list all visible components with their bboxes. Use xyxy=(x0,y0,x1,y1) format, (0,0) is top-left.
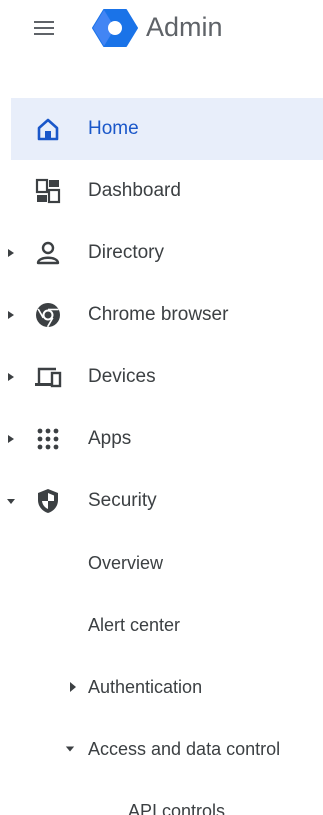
devices-icon xyxy=(35,367,62,388)
app-title: Admin xyxy=(146,12,223,42)
shield-icon xyxy=(38,489,58,513)
sidebar-item-label: Dashboard xyxy=(88,180,181,201)
admin-header: Admin xyxy=(0,0,323,56)
dashboard-icon xyxy=(35,178,61,204)
collapse-arrow-icon[interactable] xyxy=(65,743,75,755)
sidebar-item-directory[interactable]: Directory xyxy=(0,222,323,284)
sidebar-item-label: Chrome browser xyxy=(88,304,229,325)
main-menu-button[interactable] xyxy=(24,12,64,44)
sidebar-subitem-label: Alert center xyxy=(88,615,181,635)
sidebar-subitem-authentication[interactable]: Authentication xyxy=(0,656,323,718)
sidebar-item-label: Apps xyxy=(88,428,132,449)
expand-arrow-icon[interactable] xyxy=(7,372,15,382)
expand-arrow-icon[interactable] xyxy=(7,248,15,258)
sidebar-item-security[interactable]: Security xyxy=(0,470,323,532)
sidebar-item-label: Directory xyxy=(88,242,165,263)
sidebar-subitem-alert-center[interactable]: Alert center xyxy=(0,594,323,656)
sidebar-item-home[interactable]: Home xyxy=(11,98,323,160)
collapse-arrow-icon[interactable] xyxy=(7,496,15,506)
home-icon xyxy=(37,118,59,141)
expand-arrow-icon[interactable] xyxy=(68,681,78,693)
expand-arrow-icon[interactable] xyxy=(7,310,15,320)
sidebar-item-label: Home xyxy=(88,118,139,139)
sidebar-subitem-access-and-data-control[interactable]: Access and data control xyxy=(0,718,323,780)
admin-hexagon-logo-icon xyxy=(92,9,138,47)
sidebar-subitem-api-controls[interactable]: API controls xyxy=(0,780,323,815)
sidebar-item-devices[interactable]: Devices xyxy=(0,346,323,408)
sidebar-item-label: Security xyxy=(88,490,157,511)
sidebar-subitem-label: API controls xyxy=(128,801,226,815)
admin-logo[interactable] xyxy=(92,8,138,48)
sidebar-item-chrome-browser[interactable]: Chrome browser xyxy=(0,284,323,346)
sidebar-item-label: Devices xyxy=(88,366,156,387)
sidebar-subitem-label: Authentication xyxy=(88,677,203,697)
person-icon xyxy=(36,241,60,265)
hamburger-menu-icon xyxy=(34,21,54,35)
apps-grid-icon xyxy=(37,428,59,450)
sidebar-subitem-overview[interactable]: Overview xyxy=(0,532,323,594)
sidebar-item-apps[interactable]: Apps xyxy=(0,408,323,470)
sidebar-subitem-label: Access and data control xyxy=(88,739,281,759)
expand-arrow-icon[interactable] xyxy=(7,434,15,444)
sidebar-subitem-label: Overview xyxy=(88,553,164,573)
chrome-icon xyxy=(36,303,60,328)
sidebar-item-dashboard[interactable]: Dashboard xyxy=(0,160,323,222)
